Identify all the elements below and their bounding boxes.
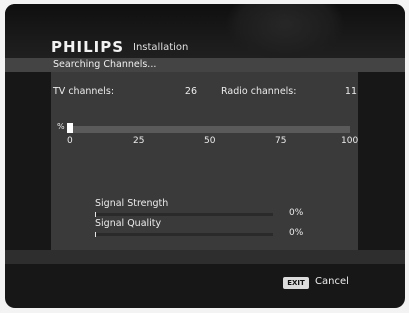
status-bar: Searching Channels...	[5, 58, 405, 72]
channel-search-panel: TV channels: 26 Radio channels: 11 % 0 2…	[51, 72, 358, 250]
progress-percent-sign: %	[57, 122, 65, 131]
cancel-label[interactable]: Cancel	[315, 276, 349, 287]
signal-strength-value: 0%	[289, 208, 304, 218]
progress-tick-100: 100	[341, 136, 359, 146]
signal-quality-label: Signal Quality	[95, 218, 162, 229]
signal-strength-fill	[95, 212, 96, 217]
signal-strength-bar	[95, 212, 273, 217]
progress-tick-75: 75	[275, 136, 287, 146]
tv-channels-label: TV channels:	[53, 86, 115, 97]
progress-tick-50: 50	[204, 136, 216, 146]
status-text: Searching Channels...	[53, 59, 157, 70]
header: PHILIPS Installation Searching Channels.…	[5, 4, 405, 72]
tv-osd-screen: PHILIPS Installation Searching Channels.…	[5, 4, 405, 308]
bottom-bar	[5, 250, 405, 264]
header-decoration	[225, 4, 345, 64]
screen-title: Installation	[133, 42, 189, 53]
tv-channels-count: 26	[184, 86, 197, 97]
progress-tick-25: 25	[133, 136, 145, 146]
search-progress-fill	[67, 123, 73, 133]
radio-channels-label: Radio channels:	[221, 86, 297, 97]
exit-key-button[interactable]: EXIT	[283, 277, 309, 289]
signal-quality-value: 0%	[289, 228, 304, 238]
radio-channels-count: 11	[344, 86, 357, 97]
search-progress-bar	[67, 123, 350, 133]
brand-logo: PHILIPS	[51, 38, 125, 56]
signal-quality-bar	[95, 232, 273, 237]
signal-strength-label: Signal Strength	[95, 198, 169, 209]
signal-quality-fill	[95, 232, 96, 237]
progress-tick-0: 0	[67, 136, 73, 146]
